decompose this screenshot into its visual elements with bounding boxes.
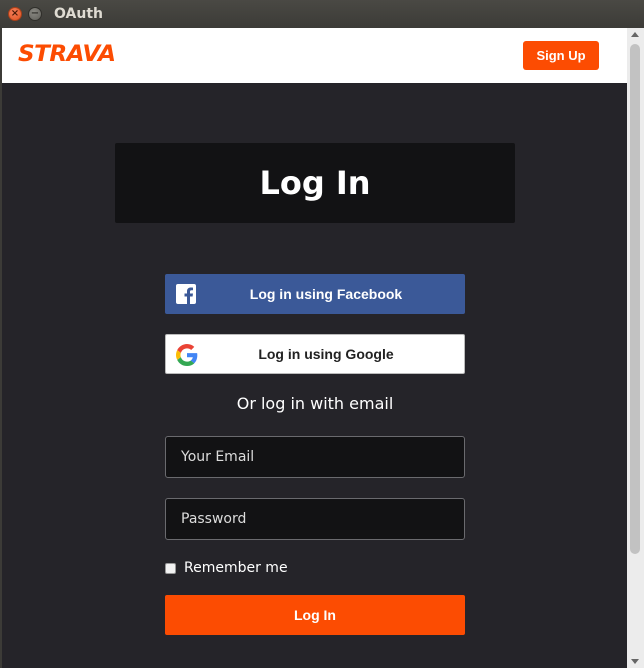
- strava-logo[interactable]: STRAVA: [18, 42, 116, 67]
- email-field[interactable]: [165, 436, 465, 478]
- login-heading-box: Log In: [115, 143, 515, 223]
- window-title: OAuth: [54, 6, 103, 22]
- scroll-down-icon[interactable]: [631, 659, 639, 664]
- sign-up-button[interactable]: Sign Up: [523, 41, 599, 70]
- remember-me-row[interactable]: Remember me: [165, 560, 288, 576]
- vertical-scrollbar[interactable]: [627, 28, 644, 668]
- google-login-button[interactable]: Log in using Google: [165, 334, 465, 374]
- close-icon: ×: [10, 8, 20, 19]
- minimize-window-button[interactable]: −: [28, 7, 42, 21]
- page-title: Log In: [259, 164, 371, 202]
- scroll-thumb[interactable]: [630, 44, 640, 554]
- minimize-icon: −: [30, 8, 40, 19]
- oauth-window: × − OAuth STRAVA Sign Up Log In Log in u…: [0, 0, 644, 668]
- facebook-login-button[interactable]: Log in using Facebook: [165, 274, 465, 314]
- scroll-up-icon[interactable]: [631, 32, 639, 37]
- title-bar: × − OAuth: [0, 0, 644, 28]
- facebook-icon: [176, 284, 196, 304]
- page-content: STRAVA Sign Up Log In Log in using Faceb…: [2, 28, 627, 668]
- google-icon: [176, 344, 198, 366]
- close-window-button[interactable]: ×: [8, 7, 22, 21]
- log-in-button[interactable]: Log In: [165, 595, 465, 635]
- facebook-login-label: Log in using Facebook: [249, 286, 403, 302]
- remember-me-label[interactable]: Remember me: [184, 560, 288, 576]
- password-field[interactable]: [165, 498, 465, 540]
- site-header: STRAVA Sign Up: [2, 28, 627, 83]
- google-login-label: Log in using Google: [258, 346, 394, 362]
- remember-me-checkbox[interactable]: [165, 562, 176, 574]
- email-login-divider-text: Or log in with email: [236, 394, 394, 413]
